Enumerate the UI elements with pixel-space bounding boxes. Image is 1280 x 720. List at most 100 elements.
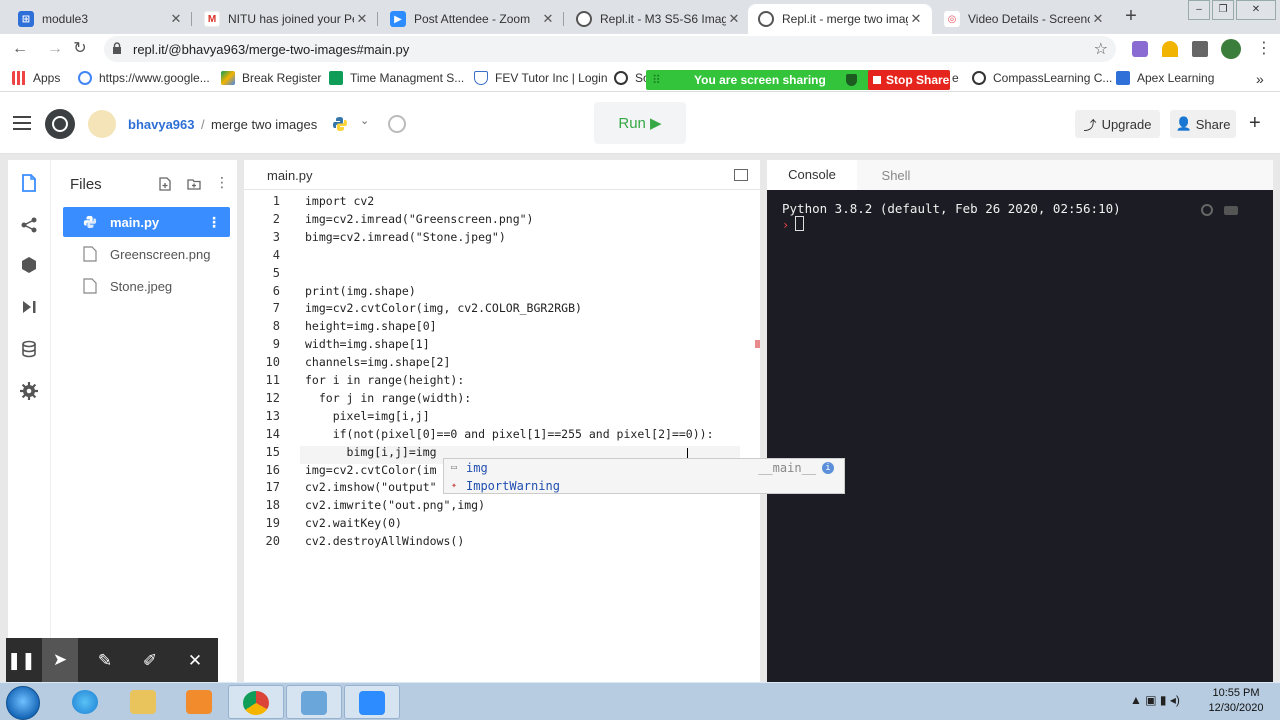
code-editor[interactable]: main.py 1 import cv2 2 img=cv2.imread("Gree…: [244, 160, 760, 682]
taskbar-app[interactable]: [286, 685, 342, 719]
close-tab-icon[interactable]: ✕: [908, 11, 924, 27]
chevron-down-icon[interactable]: ⌄: [360, 114, 369, 127]
settings-icon[interactable]: [20, 382, 38, 400]
tab-shell[interactable]: Shell: [851, 160, 941, 190]
pen-icon[interactable]: ✎: [94, 650, 116, 672]
close-tab-icon[interactable]: ✕: [726, 11, 742, 27]
extensions-puzzle-icon[interactable]: [1192, 41, 1208, 57]
taskbar-media[interactable]: [172, 685, 228, 719]
code-line[interactable]: cv2.imshow("output": [305, 480, 437, 494]
bookmark-item[interactable]: FEV Tutor Inc | Login: [474, 71, 608, 85]
code-line[interactable]: img=cv2.cvtColor(img, cv2.COLOR_BGR2RGB): [305, 301, 582, 315]
database-icon[interactable]: [20, 340, 38, 358]
minimize-button[interactable]: –: [1188, 0, 1210, 20]
file-item-main-py[interactable]: main.py ⋮: [63, 207, 230, 237]
code-line[interactable]: bimg=cv2.imread("Stone.jpeg"): [305, 230, 506, 244]
pane-splitter[interactable]: [760, 160, 767, 682]
bookmark-item[interactable]: CompassLearning C...: [972, 71, 1112, 85]
autocomplete-item[interactable]: ✦ ImportWarning: [444, 477, 844, 495]
bookmark-item[interactable]: https://www.google...: [78, 71, 210, 85]
pause-icon[interactable]: ❚❚: [7, 650, 36, 672]
address-bar[interactable]: repl.it/@bhavya963/merge-two-images#main…: [104, 36, 1116, 62]
code-line[interactable]: cv2.waitKey(0): [305, 516, 402, 530]
new-file-icon[interactable]: [158, 177, 172, 191]
project-name[interactable]: merge two images: [211, 117, 317, 132]
hamburger-icon[interactable]: [13, 116, 31, 130]
bookmark-star-icon[interactable]: ☆: [1094, 39, 1108, 59]
code-line[interactable]: img=cv2.imread("Greenscreen.png"): [305, 212, 533, 226]
stop-share-button[interactable]: Stop Share: [868, 70, 950, 90]
share-button[interactable]: 👤 Share: [1170, 110, 1236, 138]
tab-console[interactable]: Console: [767, 160, 857, 190]
back-icon[interactable]: ←: [10, 39, 30, 59]
autocomplete-item[interactable]: ▭ img __main__ i: [444, 459, 844, 477]
browser-tab[interactable]: ⊞ module3 ✕: [8, 4, 192, 34]
browser-tab-active[interactable]: Repl.it - merge two imag ✕: [748, 4, 932, 34]
code-line[interactable]: if(not(pixel[0]==0 and pixel[1]==255 and…: [305, 427, 714, 441]
taskbar-chrome[interactable]: [228, 685, 284, 719]
extension-icon[interactable]: [1132, 41, 1148, 57]
drag-handle-icon[interactable]: ⠿: [652, 73, 661, 87]
code-line[interactable]: print(img.shape): [305, 284, 416, 298]
share-nodes-icon[interactable]: [20, 216, 38, 234]
close-tab-icon[interactable]: ✕: [354, 11, 370, 27]
file-item-greenscreen[interactable]: Greenscreen.png: [63, 239, 230, 269]
bookmark-item[interactable]: So: [614, 71, 650, 85]
bookmark-item[interactable]: Apex Learning: [1116, 71, 1214, 85]
browser-tab[interactable]: ▶ Post Attendee - Zoom ✕: [380, 4, 564, 34]
maximize-button[interactable]: ❐: [1212, 0, 1234, 20]
code-line[interactable]: bimg[i,j]=img: [305, 445, 437, 459]
code-line[interactable]: cv2.destroyAllWindows(): [305, 534, 464, 548]
new-folder-icon[interactable]: [187, 177, 201, 191]
code-line[interactable]: pixel=img[i,j]: [305, 409, 430, 423]
bookmark-apps[interactable]: Apps: [12, 71, 60, 85]
code-line[interactable]: import cv2: [305, 194, 374, 208]
add-icon[interactable]: +: [1249, 112, 1261, 135]
taskbar-ie[interactable]: [58, 685, 114, 719]
history-icon[interactable]: [388, 115, 406, 133]
close-window-button[interactable]: ✕: [1236, 0, 1276, 20]
bookmarks-overflow-icon[interactable]: »: [1256, 71, 1264, 87]
code-line[interactable]: for i in range(height):: [305, 373, 464, 387]
system-tray[interactable]: ▲ ▣ ▮ ◂): [1130, 693, 1180, 707]
close-tab-icon[interactable]: ✕: [540, 11, 556, 27]
profile-avatar[interactable]: [1221, 39, 1241, 59]
file-item-stone[interactable]: Stone.jpeg: [63, 271, 230, 301]
close-icon[interactable]: ✕: [184, 650, 206, 672]
clear-icon[interactable]: [1224, 206, 1238, 215]
forward-icon[interactable]: →: [45, 39, 65, 59]
bookmark-item[interactable]: Time Managment S...: [329, 71, 464, 85]
files-icon[interactable]: [20, 174, 38, 192]
browser-tab[interactable]: ◎ Video Details - Screenca ✕: [934, 4, 1114, 34]
bookmark-item-fragment[interactable]: e: [952, 71, 959, 85]
taskbar-explorer[interactable]: [116, 685, 172, 719]
close-tab-icon[interactable]: ✕: [168, 11, 184, 27]
code-line[interactable]: for j in range(width):: [305, 391, 471, 405]
info-icon[interactable]: i: [822, 462, 834, 474]
user-avatar[interactable]: [88, 110, 116, 138]
pointer-icon[interactable]: ➤: [42, 638, 78, 682]
code-line[interactable]: width=img.shape[1]: [305, 337, 430, 351]
browser-tab[interactable]: M NITU has joined your Per ✕: [194, 4, 378, 34]
code-line[interactable]: channels=img.shape[2]: [305, 355, 450, 369]
browser-tab[interactable]: Repl.it - M3 S5-S6 Image ✕: [566, 4, 750, 34]
code-line[interactable]: cv2.imwrite("out.png",img): [305, 498, 485, 512]
highlighter-icon[interactable]: ✐: [139, 650, 161, 672]
replit-logo-icon[interactable]: [45, 109, 75, 139]
code-line[interactable]: img=cv2.cvtColor(im: [305, 463, 437, 477]
debugger-icon[interactable]: [20, 298, 38, 316]
menu-dots-icon[interactable]: ⋮: [1254, 39, 1274, 59]
run-button[interactable]: Run ▶: [594, 102, 686, 144]
bookmark-item[interactable]: Break Register: [221, 71, 321, 85]
code-line[interactable]: height=img.shape[0]: [305, 319, 437, 333]
kebab-icon[interactable]: ⋮: [207, 214, 221, 231]
upgrade-button[interactable]: ⤴ Upgrade: [1075, 110, 1160, 138]
editor-menu-icon[interactable]: [734, 169, 748, 181]
packages-icon[interactable]: [20, 256, 38, 274]
start-button[interactable]: [6, 686, 40, 720]
clock[interactable]: 10:55 PM 12/30/2020: [1204, 686, 1268, 716]
tab-main-py[interactable]: main.py: [267, 168, 313, 183]
username-link[interactable]: bhavya963: [128, 117, 195, 132]
reload-icon[interactable]: ↻: [70, 39, 90, 59]
taskbar-zoom[interactable]: [344, 685, 400, 719]
